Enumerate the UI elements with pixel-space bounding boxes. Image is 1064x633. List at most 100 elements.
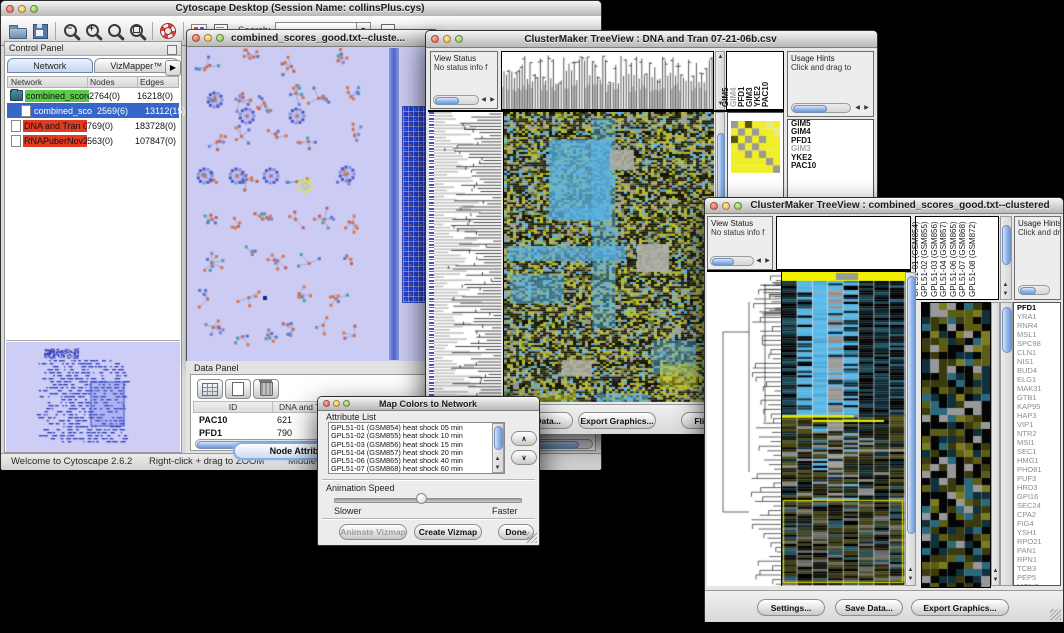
scroll-right-icon[interactable]: ▶ — [488, 96, 497, 104]
minimize-icon[interactable] — [18, 5, 26, 13]
network-row[interactable]: combined_scores 2764(0) 16218(0) — [7, 88, 179, 103]
hscrollbar-thumb[interactable] — [712, 258, 734, 266]
gene-label[interactable]: PAC10 — [788, 162, 873, 170]
gene-label[interactable]: MON2 — [1014, 582, 1060, 586]
gene-label[interactable]: GPI16 — [1014, 492, 1060, 501]
gene-label[interactable]: NIS1 — [1014, 357, 1060, 366]
resize-grip[interactable] — [1050, 609, 1061, 620]
column-label[interactable]: GPL51-02 (GSM855) — [920, 221, 929, 297]
float-panel-icon[interactable] — [167, 45, 177, 55]
scroll-down-icon[interactable]: ▼ — [493, 464, 502, 472]
network-row[interactable]: combined_sco 2569(6) 13112(15) — [7, 103, 179, 118]
minimize-icon[interactable] — [722, 202, 730, 210]
tv2-settings-button[interactable]: Settings... — [757, 599, 825, 616]
gene-label[interactable]: MAK31 — [1014, 384, 1060, 393]
column-label[interactable]: GPL51-06 (GSM865) — [949, 221, 958, 297]
tv1-usage-hscrollbar[interactable] — [791, 103, 851, 113]
tv2-column-dendrogram-area[interactable] — [776, 216, 911, 270]
tv2-status-hscrollbar[interactable] — [710, 256, 754, 266]
attribute-item[interactable]: GPL51-07 (GSM868) heat shock 60 min — [331, 465, 491, 473]
gene-label[interactable]: TCB3 — [1014, 564, 1060, 573]
gene-label[interactable]: YRA1 — [1014, 312, 1060, 321]
column-label[interactable]: GPL51-08 (GSM872) — [968, 221, 977, 297]
network-row[interactable]: DNA and Tran 07 769(0) 183728(0) — [7, 118, 179, 133]
animate-vizmap-button[interactable]: Animate Vizmap — [339, 524, 407, 540]
hscrollbar-thumb[interactable] — [1020, 287, 1036, 295]
hscrollbar-thumb[interactable] — [793, 105, 827, 113]
network-view-titlebar[interactable]: combined_scores_good.txt--cluste... — [187, 30, 437, 47]
col-network[interactable]: Network — [8, 77, 88, 87]
gene-label[interactable]: RPN1 — [1014, 555, 1060, 564]
help-button[interactable] — [157, 21, 179, 41]
col-edges[interactable]: Edges — [138, 77, 178, 87]
tv2-label-vscrollbar[interactable]: ▲ ▼ — [1000, 216, 1012, 300]
vscrollbar-thumb[interactable] — [1002, 307, 1012, 353]
scroll-left-icon[interactable]: ◀ — [754, 257, 763, 265]
gene-label[interactable]: PHO81 — [1014, 465, 1060, 474]
birdseye-panel[interactable] — [6, 340, 180, 453]
dialog-titlebar[interactable]: Map Colors to Network — [318, 397, 539, 411]
column-label[interactable]: GPL51-03 (GSM856) — [930, 221, 939, 297]
gene-label[interactable]: MSI1 — [1014, 438, 1060, 447]
column-label[interactable]: GPL51-04 (GSM857) — [939, 221, 948, 297]
gene-label[interactable]: SEC24 — [1014, 501, 1060, 510]
gene-label[interactable]: NTR2 — [1014, 429, 1060, 438]
speed-slider-thumb[interactable] — [416, 493, 427, 504]
vscrollbar-thumb[interactable] — [1002, 225, 1011, 265]
scroll-down-icon[interactable]: ▼ — [906, 575, 915, 583]
zoom-out-button[interactable]: − — [60, 21, 82, 41]
gene-label[interactable]: RNR4 — [1014, 321, 1060, 330]
gene-label[interactable]: CLN1 — [1014, 348, 1060, 357]
tv2-heatmap[interactable] — [781, 272, 905, 586]
scroll-left-icon[interactable]: ◀ — [479, 96, 488, 104]
scroll-down-icon[interactable]: ▼ — [991, 576, 1000, 584]
scroll-up-icon[interactable]: ▲ — [716, 53, 725, 61]
minimize-icon[interactable] — [204, 34, 212, 42]
birdseye-canvas[interactable] — [6, 342, 180, 452]
open-session-button[interactable] — [7, 21, 29, 41]
zoom-fit-button[interactable] — [104, 21, 126, 41]
close-icon[interactable] — [323, 400, 330, 407]
close-icon[interactable] — [431, 35, 439, 43]
main-titlebar[interactable]: Cytoscape Desktop (Session Name: collins… — [1, 1, 601, 17]
gene-label[interactable]: GTB1 — [1014, 393, 1060, 402]
tv2-zoom-vscrollbar[interactable]: ▲ ▼ — [991, 302, 1000, 586]
gene-label[interactable]: RPO21 — [1014, 537, 1060, 546]
gene-label[interactable]: BUD4 — [1014, 366, 1060, 375]
hscrollbar-thumb[interactable] — [435, 97, 459, 105]
close-icon[interactable] — [710, 202, 718, 210]
save-session-button[interactable] — [29, 21, 51, 41]
attribute-vscrollbar[interactable]: ▲ ▼ — [492, 423, 504, 473]
gene-label[interactable]: MSL1 — [1014, 330, 1060, 339]
scroll-right-icon[interactable]: ▶ — [862, 104, 871, 112]
tv1-zoom-heatmap[interactable] — [731, 121, 780, 173]
gene-label[interactable]: VIP1 — [1014, 420, 1060, 429]
tv2-vscrollbar[interactable]: ▲ ▼ — [905, 272, 916, 586]
tv2-zoom-heatmap[interactable] — [921, 302, 991, 588]
gene-label[interactable]: HMG1 — [1014, 456, 1060, 465]
gene-label[interactable]: YSH1 — [1014, 528, 1060, 537]
minimize-icon[interactable] — [333, 400, 340, 407]
gene-label[interactable]: HAP3 — [1014, 411, 1060, 420]
vscrollbar-thumb[interactable] — [907, 276, 916, 534]
tv2-usage-hscrollbar[interactable] — [1018, 285, 1050, 295]
attribute-select-button[interactable] — [197, 379, 223, 399]
new-attribute-button[interactable] — [225, 379, 251, 399]
treeview2-titlebar[interactable]: ClusterMaker TreeView : combined_scores_… — [705, 198, 1063, 214]
zoom-window-icon[interactable] — [216, 34, 224, 42]
treeview1-titlebar[interactable]: ClusterMaker TreeView : DNA and Tran 07-… — [426, 31, 877, 48]
gene-label[interactable]: SEC1 — [1014, 447, 1060, 456]
zoom-in-button[interactable]: + — [82, 21, 104, 41]
close-icon[interactable] — [192, 34, 200, 42]
tv1-status-hscrollbar[interactable] — [433, 95, 479, 105]
tv1-export-graphics-button[interactable]: Export Graphics... — [578, 412, 656, 429]
move-down-button[interactable]: ∨ — [511, 450, 537, 465]
scroll-up-icon[interactable]: ▲ — [493, 455, 502, 463]
col-nodes[interactable]: Nodes — [88, 77, 138, 87]
zoom-window-icon[interactable] — [30, 5, 38, 13]
speed-slider-track[interactable] — [334, 498, 522, 503]
minimize-icon[interactable] — [443, 35, 451, 43]
scroll-left-icon[interactable]: ◀ — [853, 104, 862, 112]
gene-label[interactable]: KAP95 — [1014, 402, 1060, 411]
scroll-up-icon[interactable]: ▲ — [991, 567, 1000, 575]
